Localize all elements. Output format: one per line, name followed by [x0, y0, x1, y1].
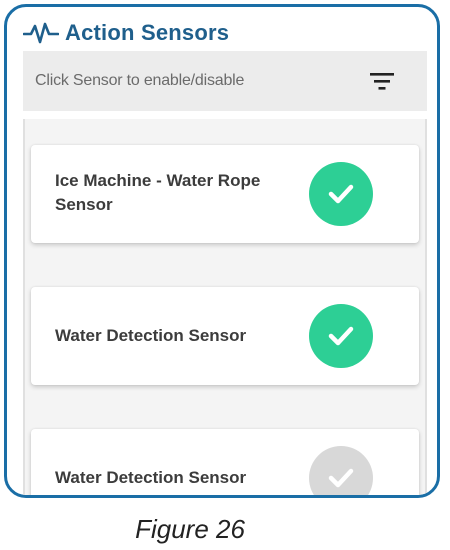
disabled-check-icon[interactable] — [309, 446, 373, 495]
enabled-check-icon[interactable] — [309, 304, 373, 368]
sensor-card[interactable]: Water Detection Sensor — [31, 287, 419, 385]
checkmark-icon — [328, 468, 354, 488]
enabled-check-icon[interactable] — [309, 162, 373, 226]
sensor-list[interactable]: Ice Machine - Water Rope Sensor Water De… — [23, 119, 427, 495]
toolbar: Click Sensor to enable/disable — [23, 51, 427, 111]
checkmark-icon — [328, 326, 354, 346]
sensor-label: Water Detection Sensor — [55, 468, 247, 487]
app-frame: Action Sensors Click Sensor to enable/di… — [4, 4, 440, 498]
header: Action Sensors — [23, 17, 229, 49]
sensor-label: Ice Machine - Water Rope Sensor — [55, 169, 295, 217]
sensor-card[interactable]: Ice Machine - Water Rope Sensor — [31, 145, 419, 243]
filter-icon[interactable] — [369, 71, 395, 91]
sensor-label: Water Detection Sensor — [55, 326, 247, 345]
sensor-label-line: Sensor — [55, 195, 113, 214]
pulse-icon — [23, 22, 59, 44]
page-title: Action Sensors — [65, 20, 230, 45]
instruction-text: Click Sensor to enable/disable — [35, 72, 245, 89]
sensor-label-line: Ice Machine - Water Rope — [55, 171, 261, 190]
figure-caption: Figure 26 — [135, 514, 245, 544]
checkmark-icon — [328, 184, 354, 204]
sensor-card[interactable]: Water Detection Sensor — [31, 429, 419, 495]
